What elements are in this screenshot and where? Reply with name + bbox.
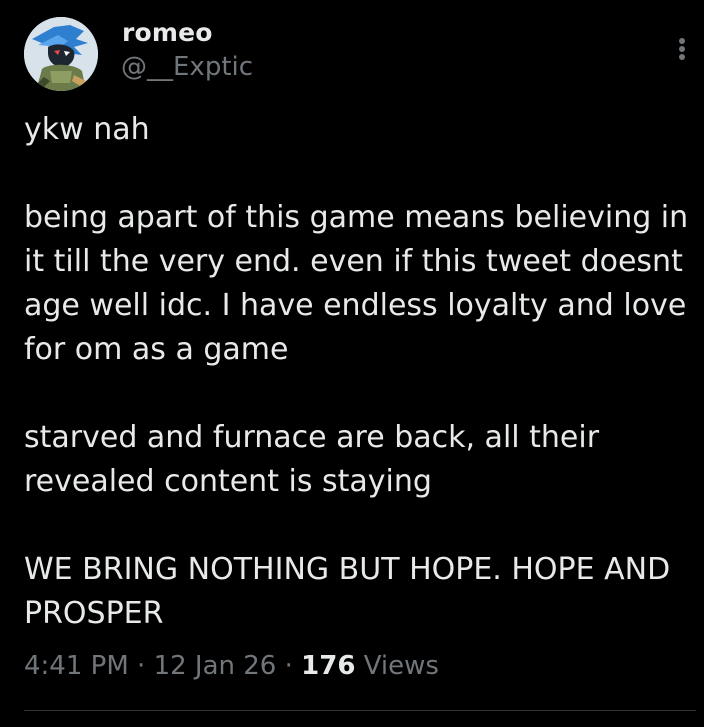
views-label: Views <box>363 651 439 681</box>
tweet-text: ykw nah being apart of this game means b… <box>24 108 689 636</box>
divider <box>24 710 696 711</box>
tweet-time[interactable]: 4:41 PM <box>24 651 129 681</box>
views-count: 176 <box>301 651 356 681</box>
tweet-paragraph: WE BRING NOTHING BUT HOPE. HOPE AND PROS… <box>24 552 680 631</box>
tweet-paragraph: ykw nah <box>24 112 150 147</box>
tweet-date[interactable]: 12 Jan 26 <box>154 651 277 681</box>
tweet-metadata: 4:41 PM · 12 Jan 26 · 176 Views <box>24 651 439 681</box>
tweet-paragraph: starved and furnace are back, all their … <box>24 420 609 499</box>
avatar-image <box>24 17 98 91</box>
meta-separator: · <box>284 651 293 681</box>
meta-separator: · <box>137 651 146 681</box>
tweet-paragraph: being apart of this game means believing… <box>24 200 698 367</box>
avatar[interactable] <box>24 17 98 91</box>
tweet: romeo @__Exptic ykw nah being apart of t… <box>0 0 704 727</box>
more-vertical-icon[interactable] <box>670 30 694 66</box>
author-handle[interactable]: @__Exptic <box>121 52 253 82</box>
author-display-name[interactable]: romeo <box>122 18 213 47</box>
